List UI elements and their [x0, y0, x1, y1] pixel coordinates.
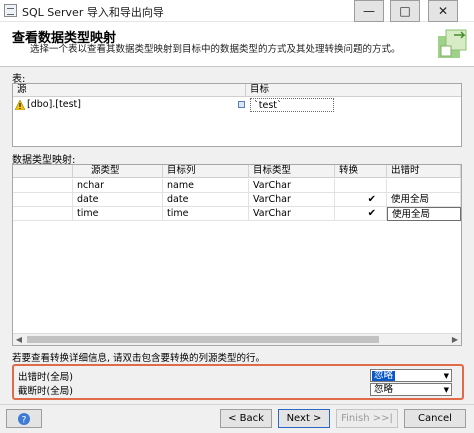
next-button[interactable]: Next > — [278, 409, 330, 428]
wizard-graphic-icon — [438, 29, 467, 58]
on-error-global-label: 出错时(全局) — [18, 372, 73, 383]
on-error-cell[interactable] — [387, 179, 461, 193]
page-description: 选择一个表以查看其数据类型映射到目标中的数据类型的方式及其处理转换问题的方式。 — [30, 44, 401, 55]
source-table-name: [dbo].[test] — [27, 99, 81, 110]
horizontal-scrollbar[interactable]: ◀ ▶ — [13, 333, 461, 345]
convert-cell[interactable] — [335, 179, 387, 193]
info-text: 若要查看转换详细信息, 请双击包含要转换的列源类型的行。 — [12, 353, 266, 364]
chevron-down-icon[interactable]: ▼ — [444, 371, 449, 381]
on-error-global-value: 忽略 — [372, 370, 396, 381]
close-button[interactable]: ✕ — [428, 0, 458, 22]
row-header-column — [13, 165, 73, 178]
table-row[interactable]: [dbo].[test] `test` — [13, 98, 461, 112]
table-list: 源 目标 [dbo].[test] `test` — [12, 83, 462, 147]
on-truncation-global-value: 忽略 — [374, 384, 394, 395]
app-icon — [4, 4, 17, 17]
global-settings-box: 出错时(全局) 截断时(全局) 忽略 ▼ 忽略 ▼ — [12, 364, 464, 400]
footer-divider — [0, 404, 474, 405]
on-truncation-global-select[interactable]: 忽略 ▼ — [370, 383, 452, 396]
svg-text:?: ? — [22, 416, 27, 426]
on-error-column-header[interactable]: 出错时 — [387, 165, 461, 178]
finish-button[interactable]: Finish >>| — [336, 409, 398, 428]
row-header[interactable] — [13, 179, 73, 193]
on-truncation-global-label: 截断时(全局) — [18, 386, 73, 397]
convert-checkbox[interactable]: ✔ — [335, 193, 387, 207]
back-button[interactable]: < Back — [220, 409, 272, 428]
row-header[interactable] — [13, 193, 73, 207]
target-type-cell[interactable]: VarChar — [249, 179, 335, 193]
source-type-cell[interactable]: date — [73, 193, 163, 207]
target-column-cell[interactable]: date — [163, 193, 249, 207]
target-column-cell[interactable]: time — [163, 207, 249, 221]
target-type-column-header[interactable]: 目标类型 — [249, 165, 335, 178]
source-column-header[interactable]: 源 — [13, 84, 245, 97]
destination-column-header[interactable]: 目标 — [245, 84, 461, 97]
cancel-button[interactable]: Cancel — [404, 409, 466, 428]
target-column-cell[interactable]: name — [163, 179, 249, 193]
destination-table-name: `test` — [250, 98, 334, 112]
convert-column-header[interactable]: 转换 — [335, 165, 387, 178]
target-column-column-header[interactable]: 目标列 — [163, 165, 249, 178]
minimize-button[interactable]: — — [354, 0, 384, 22]
help-icon: ? — [18, 413, 30, 426]
source-type-column-header[interactable]: 源类型 — [73, 165, 163, 178]
on-error-cell[interactable]: 使用全局 — [387, 193, 461, 207]
chevron-down-icon[interactable]: ▼ — [444, 385, 449, 395]
warning-icon — [15, 100, 25, 110]
on-error-cell[interactable]: 使用全局 — [387, 207, 461, 221]
target-type-cell[interactable]: VarChar — [249, 207, 335, 221]
window-title: SQL Server 导入和导出向导 — [22, 6, 164, 19]
on-error-global-select[interactable]: 忽略 ▼ — [370, 369, 452, 382]
maximize-button[interactable]: □ — [390, 0, 420, 22]
convert-checkbox[interactable]: ✔ — [335, 207, 387, 221]
title-bar: SQL Server 导入和导出向导 — □ ✕ — [0, 0, 474, 22]
wizard-header: 查看数据类型映射 选择一个表以查看其数据类型映射到目标中的数据类型的方式及其处理… — [0, 22, 474, 67]
target-type-cell[interactable]: VarChar — [249, 193, 335, 207]
source-type-cell[interactable]: nchar — [73, 179, 163, 193]
table-mapping-icon — [238, 101, 245, 108]
scroll-left-icon[interactable]: ◀ — [13, 334, 25, 345]
scrollbar-thumb[interactable] — [27, 336, 379, 343]
scroll-right-icon[interactable]: ▶ — [449, 334, 461, 345]
data-type-mapping-grid: 源类型 目标列 目标类型 转换 出错时 nchar name VarChar d… — [12, 164, 462, 346]
source-type-cell[interactable]: time — [73, 207, 163, 221]
row-header[interactable] — [13, 207, 73, 221]
help-button[interactable]: ? — [6, 409, 42, 428]
